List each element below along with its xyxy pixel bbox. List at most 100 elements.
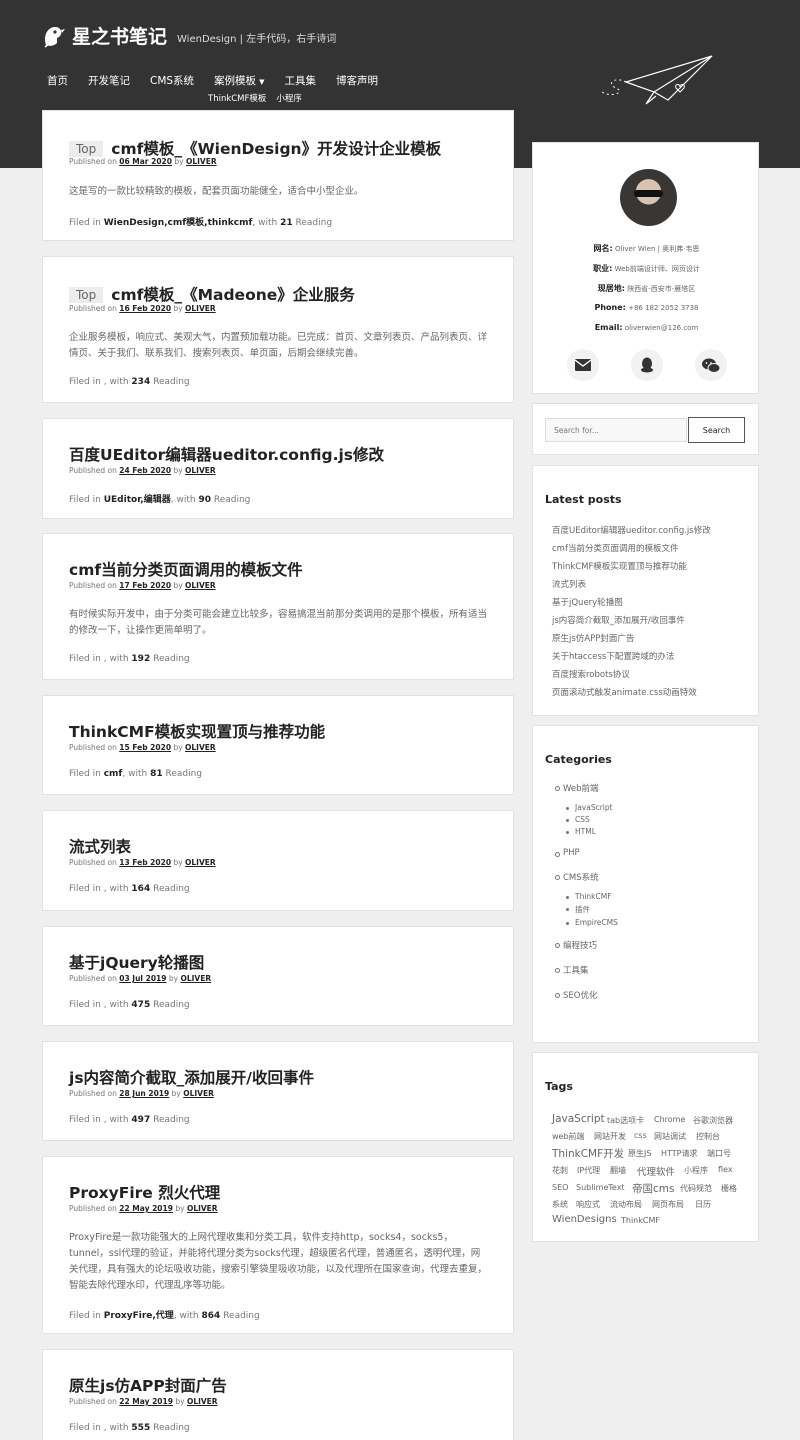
qq-icon[interactable] [631,349,663,381]
post-title-text[interactable]: 流式列表 [69,838,131,856]
post-date[interactable]: 13 Feb 2020 [119,858,171,867]
post-author[interactable]: OLIVER [185,304,216,313]
post-categories[interactable]: UEditor,编辑器 [104,495,171,505]
post-date[interactable]: 24 Feb 2020 [119,466,171,475]
tag-link[interactable]: 日历 [695,1199,711,1210]
category-html[interactable]: HTML [555,827,618,836]
tag-link[interactable]: WienDesigns [552,1214,617,1225]
tag-link[interactable]: SEO [552,1183,568,1192]
site-title[interactable]: 星之书笔记 [72,22,167,49]
post-date[interactable]: 16 Feb 2020 [119,304,171,313]
post-categories[interactable]: WienDesign,cmf模板,thinkcmf [104,218,253,228]
post-date[interactable]: 22 May 2019 [119,1397,173,1406]
category-cms[interactable]: CMS系统 [555,871,618,883]
latest-post-link[interactable]: 百度搜索robots协议 [552,666,711,684]
tag-link[interactable]: 网页布局 [652,1199,684,1210]
tag-link[interactable]: web前端 [552,1131,585,1142]
post-title-text[interactable]: ThinkCMF模板实现置顶与推荐功能 [69,723,325,741]
latest-post-link[interactable]: js内容简介截取_添加展开/收回事件 [552,612,711,630]
latest-post-link[interactable]: 流式列表 [552,576,711,594]
nav-item-dev-notes[interactable]: 开发笔记 [88,73,130,88]
category-javascript[interactable]: JavaScript [555,803,618,812]
post-author[interactable]: OLIVER [185,581,216,590]
search-input[interactable] [545,418,687,442]
tag-link[interactable]: JavaScript [552,1113,605,1125]
category-web[interactable]: Web前端 [555,782,618,794]
category-thinkcmf[interactable]: ThinkCMF [555,892,618,901]
nav-item-statement[interactable]: 博客声明 [336,73,378,88]
post-title-text[interactable]: cmf模板_《WienDesign》开发设计企业模板 [111,140,441,158]
category-seo[interactable]: SEO优化 [555,989,618,1001]
tag-link[interactable]: 谷歌浏览器 [693,1115,733,1126]
tag-link[interactable]: 原生JS [628,1148,651,1159]
post-title-text[interactable]: 基于jQuery轮播图 [69,954,204,972]
tag-link[interactable]: flex [718,1165,733,1174]
wechat-icon[interactable] [695,349,727,381]
tag-link[interactable]: 花刺 [552,1165,568,1176]
post-author[interactable]: OLIVER [185,858,216,867]
post-author[interactable]: OLIVER [183,1089,214,1098]
post-date[interactable]: 03 Jul 2019 [119,974,166,983]
post-title[interactable]: 百度UEditor编辑器ueditor.config.js修改 [69,443,384,465]
post-title-text[interactable]: js内容简介截取_添加展开/收回事件 [69,1069,314,1087]
category-plugins[interactable]: 插件 [555,904,618,915]
post-title[interactable]: 基于jQuery轮播图 [69,951,204,973]
tag-link[interactable]: 翻墙 [610,1165,626,1176]
post-author[interactable]: OLIVER [185,466,216,475]
brand[interactable]: 星之书笔记 WienDesign | 左手代码，右手诗词 [42,22,336,49]
latest-post-link[interactable]: 基于jQuery轮播图 [552,594,711,612]
tag-link[interactable]: css [634,1131,647,1140]
tag-link[interactable]: 端口号 [707,1148,731,1159]
post-title-text[interactable]: cmf模板_《Madeone》企业服务 [111,286,355,304]
post-title[interactable]: js内容简介截取_添加展开/收回事件 [69,1066,314,1088]
post-date[interactable]: 17 Feb 2020 [119,581,171,590]
post-title-text[interactable]: 原生js仿APP封面广告 [69,1377,227,1395]
post-title[interactable]: cmf当前分类页面调用的模板文件 [69,558,303,580]
post-author[interactable]: OLIVER [187,1204,218,1213]
nav-item-tools[interactable]: 工具集 [284,73,316,88]
post-date[interactable]: 06 Mar 2020 [119,157,172,166]
post-date[interactable]: 15 Feb 2020 [119,743,171,752]
latest-post-link[interactable]: 百度UEditor编辑器ueditor.config.js修改 [552,522,711,540]
nav-item-cms[interactable]: CMS系统 [150,73,194,88]
latest-post-link[interactable]: 原生js仿APP封面广告 [552,630,711,648]
search-button[interactable]: Search [688,417,745,443]
post-title[interactable]: 流式列表 [69,835,131,857]
latest-post-link[interactable]: 页面滚动式触发animate.css动画特效 [552,684,711,702]
tag-link[interactable]: ThinkCMF [621,1216,660,1225]
post-title[interactable]: Top cmf模板_《Madeone》企业服务 [69,283,355,305]
tag-link[interactable]: 响应式 [576,1199,600,1210]
post-title[interactable]: Top cmf模板_《WienDesign》开发设计企业模板 [69,137,441,159]
post-categories[interactable]: ProxyFire,代理 [104,1311,174,1321]
post-title[interactable]: ProxyFire 烈火代理 [69,1181,220,1203]
latest-post-link[interactable]: ThinkCMF模板实现置顶与推荐功能 [552,558,711,576]
tag-link[interactable]: 栅格 [721,1183,737,1194]
nav-item-templates[interactable]: 案例模板 ▼ [214,73,264,88]
category-php[interactable]: PHP [555,848,618,858]
post-categories[interactable]: cmf [104,769,123,779]
submenu-item-miniprogram[interactable]: 小程序 [276,92,302,104]
tag-link[interactable]: tab选项卡 [607,1115,644,1126]
tag-link[interactable]: HTTP请求 [661,1148,697,1159]
latest-post-link[interactable]: cmf当前分类页面调用的模板文件 [552,540,711,558]
nav-item-home[interactable]: 首页 [47,73,68,88]
tag-link[interactable]: Chrome [654,1115,685,1124]
category-css[interactable]: CSS [555,815,618,824]
tag-link[interactable]: ThinkCMF开发 [552,1146,624,1161]
envelope-icon[interactable] [567,349,599,381]
submenu-item-thinkcmf[interactable]: ThinkCMF模板 [208,92,266,104]
post-author[interactable]: OLIVER [187,1397,218,1406]
post-title-text[interactable]: ProxyFire 烈火代理 [69,1184,220,1202]
tag-link[interactable]: 流动布局 [610,1199,642,1210]
category-empirecms[interactable]: EmpireCMS [555,918,618,927]
post-author[interactable]: OLIVER [185,743,216,752]
tag-link[interactable]: 系统 [552,1199,568,1210]
tag-link[interactable]: 代理软件 [637,1164,675,1178]
tag-link[interactable]: 网站调试 [654,1131,686,1142]
post-date[interactable]: 28 Jun 2019 [119,1089,169,1098]
tag-link[interactable]: 控制台 [696,1131,720,1142]
post-title[interactable]: 原生js仿APP封面广告 [69,1374,227,1396]
post-author[interactable]: OLIVER [186,157,217,166]
tag-link[interactable]: 网站开发 [594,1131,626,1142]
tag-link[interactable]: IP代理 [577,1165,600,1176]
